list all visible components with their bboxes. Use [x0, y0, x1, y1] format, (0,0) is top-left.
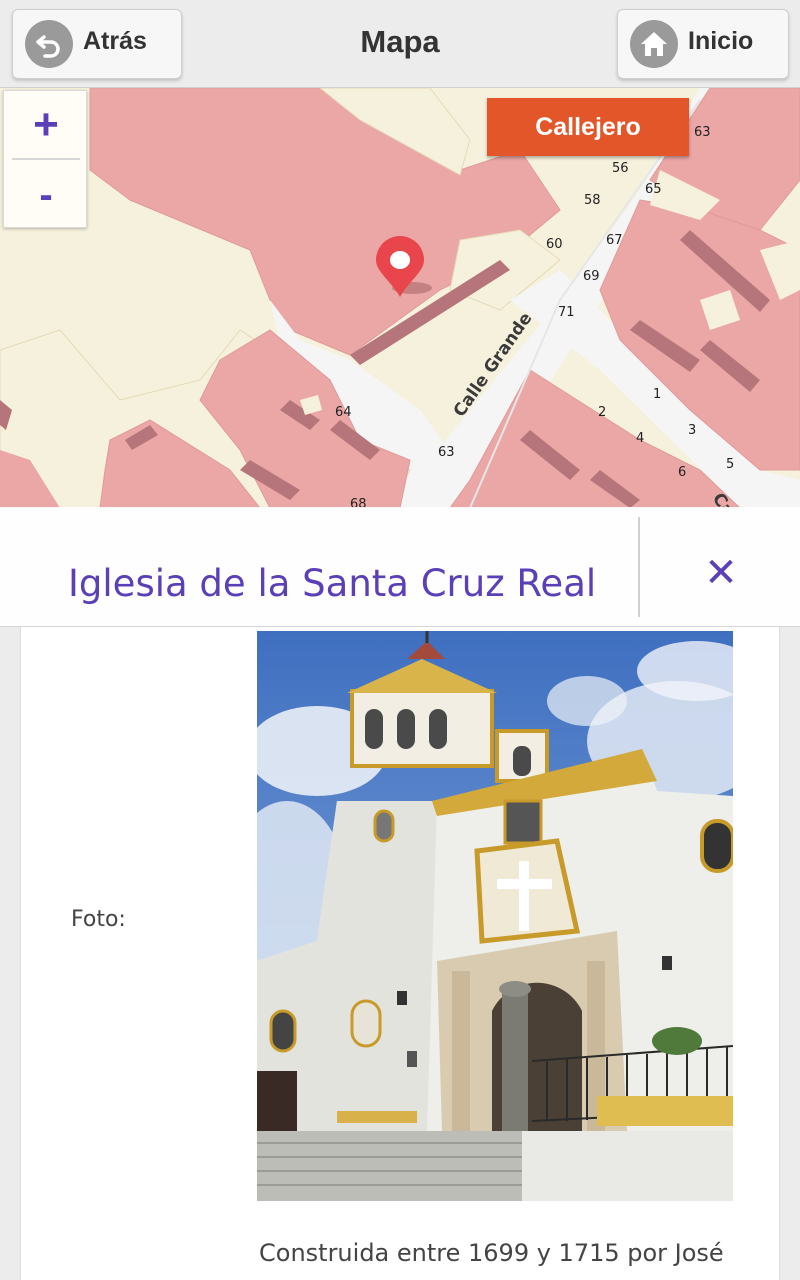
page-title: Mapa — [360, 24, 440, 59]
svg-text:71: 71 — [558, 305, 575, 320]
place-title: Iglesia de la Santa Cruz Real — [68, 562, 597, 605]
callejero-button[interactable]: Callejero — [487, 98, 689, 156]
zoom-divider — [12, 158, 80, 160]
svg-text:69: 69 — [583, 269, 600, 284]
back-button-label: Atrás — [83, 26, 147, 55]
svg-text:60: 60 — [546, 237, 563, 252]
description-text: Construida entre 1699 y 1715 por José — [259, 1239, 724, 1267]
close-icon: ✕ — [704, 550, 738, 596]
photo-label: Foto: — [71, 907, 126, 932]
zoom-in-button[interactable]: + — [4, 91, 88, 159]
app-screen: Atrás Mapa Inicio Calle Grande 56 58 60 … — [0, 0, 800, 1280]
svg-text:58: 58 — [584, 193, 601, 208]
back-button[interactable]: Atrás — [12, 9, 182, 79]
svg-text:3: 3 — [688, 423, 696, 438]
home-button-label: Inicio — [688, 26, 754, 55]
svg-text:1: 1 — [653, 387, 661, 402]
place-title-bar: Iglesia de la Santa Cruz Real ✕ — [0, 507, 800, 627]
home-icon — [630, 20, 678, 68]
svg-text:5: 5 — [726, 457, 734, 472]
svg-text:64: 64 — [335, 405, 352, 420]
zoom-control: + - — [3, 90, 87, 228]
close-button[interactable]: ✕ — [690, 542, 752, 604]
zoom-out-button[interactable]: - — [4, 161, 88, 229]
top-bar: Atrás Mapa Inicio — [0, 0, 800, 88]
church-photo[interactable] — [257, 631, 733, 1201]
svg-text:6: 6 — [678, 465, 686, 480]
title-divider — [638, 517, 640, 617]
details-card: Foto: Construida entre 1699 y 1715 por J… — [20, 627, 780, 1280]
back-arrow-icon — [25, 20, 73, 68]
svg-text:67: 67 — [606, 233, 623, 248]
home-button[interactable]: Inicio — [617, 9, 789, 79]
svg-text:2: 2 — [598, 405, 606, 420]
svg-text:63: 63 — [694, 125, 711, 140]
svg-text:56: 56 — [612, 161, 629, 176]
svg-text:4: 4 — [636, 431, 644, 446]
svg-text:63: 63 — [438, 445, 455, 460]
svg-text:65: 65 — [645, 182, 662, 197]
